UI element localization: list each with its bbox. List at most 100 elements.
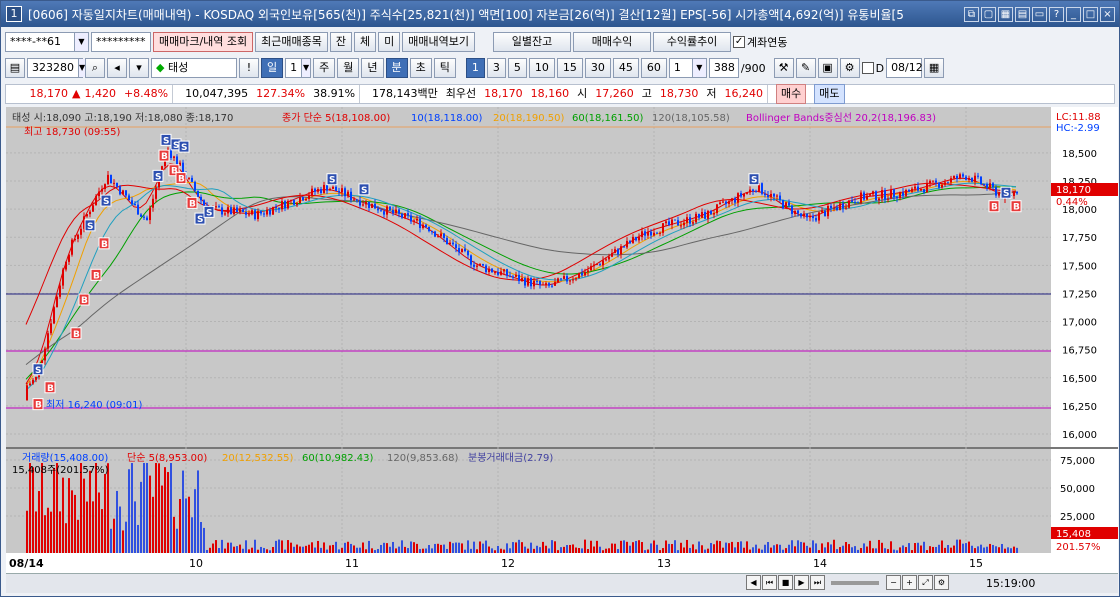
code-select[interactable]: 323280 ▼: [27, 58, 86, 78]
sell-marker[interactable]: S: [1000, 186, 1012, 199]
calendar-icon[interactable]: ▦: [924, 58, 945, 78]
first-icon[interactable]: ⏮: [762, 575, 777, 590]
tools-icon[interactable]: ⚒: [773, 58, 794, 78]
recent-trades-button[interactable]: 최근매매종목: [255, 32, 328, 52]
mark-query-button[interactable]: 매매마크/내역 조회: [153, 32, 254, 52]
buy-marker[interactable]: B: [70, 327, 82, 340]
sell-marker[interactable]: S: [84, 219, 96, 232]
settings-icon[interactable]: ⚙: [934, 575, 949, 590]
trade-profit-button[interactable]: 매매수익: [573, 32, 652, 52]
balance-button[interactable]: 잔: [329, 32, 353, 52]
date-field[interactable]: 08/12: [886, 58, 923, 78]
sell-marker[interactable]: S: [203, 205, 215, 218]
minute-1-button[interactable]: 1: [465, 58, 485, 78]
minute-30-button[interactable]: 30: [584, 58, 611, 78]
search-icon[interactable]: ⌕: [85, 58, 105, 78]
scroll-left-icon[interactable]: ◀: [746, 575, 761, 590]
return-trend-button[interactable]: 수익률추이: [653, 32, 732, 52]
volume-bar: [692, 544, 694, 553]
sell-marker[interactable]: S: [100, 194, 112, 207]
minute-5-button[interactable]: 5: [507, 58, 527, 78]
volume-bar: [530, 542, 532, 553]
grid-icon[interactable]: ▦: [998, 6, 1013, 22]
maximize-icon[interactable]: □: [1083, 6, 1098, 22]
prev-icon[interactable]: ▾: [129, 58, 149, 78]
tab-minute[interactable]: 분: [385, 58, 408, 78]
gear-icon[interactable]: ⚙: [839, 58, 860, 78]
indicator-icon[interactable]: ✎: [795, 58, 816, 78]
lock-icon[interactable]: ▢: [981, 6, 996, 22]
buy-marker[interactable]: B: [78, 293, 90, 306]
tab-month[interactable]: 월: [337, 58, 360, 78]
candle: [431, 231, 433, 233]
candle: [533, 280, 535, 287]
chevron-down-icon[interactable]: ▼: [301, 59, 311, 77]
buy-marker[interactable]: B: [98, 237, 110, 250]
speaker-icon[interactable]: ◂: [107, 58, 127, 78]
tab-second[interactable]: 초: [409, 58, 432, 78]
help-icon[interactable]: ?: [1049, 6, 1064, 22]
sell-marker[interactable]: S: [160, 133, 172, 146]
stop-icon[interactable]: ■: [778, 575, 793, 590]
sell-marker[interactable]: S: [152, 169, 164, 182]
buy-marker[interactable]: B: [186, 196, 198, 209]
buy-marker[interactable]: B: [1010, 200, 1022, 213]
buy-marker[interactable]: B: [158, 149, 170, 162]
candle: [944, 182, 946, 185]
daily-balance-button[interactable]: 일별잔고: [493, 32, 572, 52]
price-chart[interactable]: BBBBBBBBBB B BSSSSS S SSSSSSS 18,50018,25018…: [6, 107, 1118, 573]
buy-marker[interactable]: B: [175, 172, 187, 185]
title-bar: 1 [0606] 자동일지차트(매매내역) - KOSDAQ 외국인보유[565…: [1, 1, 1119, 27]
sell-marker[interactable]: S: [326, 173, 338, 186]
tab-day[interactable]: 일: [261, 58, 284, 78]
trade-history-button[interactable]: 매매내역보기: [402, 32, 476, 52]
account-link-checkbox[interactable]: ✓ 계좌연동: [733, 34, 788, 50]
zoom-out-icon[interactable]: −: [886, 575, 901, 590]
sell-marker[interactable]: S: [358, 183, 370, 196]
sell-marker[interactable]: S: [32, 363, 44, 376]
candle: [941, 184, 943, 188]
next-icon[interactable]: ▶: [794, 575, 809, 590]
buy-button[interactable]: 매수: [776, 84, 807, 104]
print-icon[interactable]: ▭: [1032, 6, 1047, 22]
close-icon[interactable]: ×: [1100, 6, 1115, 22]
minute-3-button[interactable]: 3: [486, 58, 506, 78]
note-icon[interactable]: ▤: [1015, 6, 1030, 22]
tab-week[interactable]: 주: [313, 58, 336, 78]
candle: [347, 191, 349, 197]
sell-button[interactable]: 매도: [814, 84, 845, 104]
link-icon[interactable]: ⧉: [964, 6, 979, 22]
sell-marker[interactable]: S: [178, 140, 190, 153]
alert-icon[interactable]: !: [239, 58, 259, 78]
last-icon[interactable]: ⏭: [810, 575, 825, 590]
account-select[interactable]: ****-**61 ▼: [5, 32, 89, 52]
minimize-icon[interactable]: _: [1066, 6, 1081, 22]
buy-marker[interactable]: B: [32, 398, 44, 411]
stock-name-field[interactable]: ◆ 태성: [151, 58, 237, 78]
minute-15-button[interactable]: 15: [556, 58, 583, 78]
chevron-down-icon[interactable]: ▼: [691, 59, 706, 77]
minute-45-button[interactable]: 45: [612, 58, 639, 78]
fit-icon[interactable]: ⤢: [918, 575, 933, 590]
volume-bar: [314, 547, 316, 553]
tab-tick[interactable]: 틱: [433, 58, 456, 78]
tab-year[interactable]: 년: [361, 58, 384, 78]
count-field[interactable]: 388: [708, 58, 739, 78]
sell-marker[interactable]: S: [748, 173, 760, 186]
day-count-select[interactable]: 1 ▼: [285, 58, 312, 78]
zoom-slider[interactable]: [831, 580, 879, 585]
minute-10-button[interactable]: 10: [528, 58, 555, 78]
unfilled-button[interactable]: 미: [378, 32, 401, 52]
chevron-down-icon[interactable]: ▼: [74, 33, 88, 51]
layout-icon[interactable]: ▤: [5, 58, 25, 78]
zoom-in-icon[interactable]: +: [902, 575, 917, 590]
unit-select[interactable]: 1 ▼: [668, 58, 707, 78]
buy-marker[interactable]: B: [44, 381, 56, 394]
buy-marker[interactable]: B: [988, 200, 1000, 213]
buy-marker[interactable]: B: [90, 268, 102, 281]
password-field[interactable]: *********: [91, 32, 151, 52]
minute-60-button[interactable]: 60: [640, 58, 667, 78]
date-checkbox[interactable]: D: [861, 62, 884, 75]
filled-button[interactable]: 체: [354, 32, 377, 52]
save-icon[interactable]: ▣: [817, 58, 838, 78]
